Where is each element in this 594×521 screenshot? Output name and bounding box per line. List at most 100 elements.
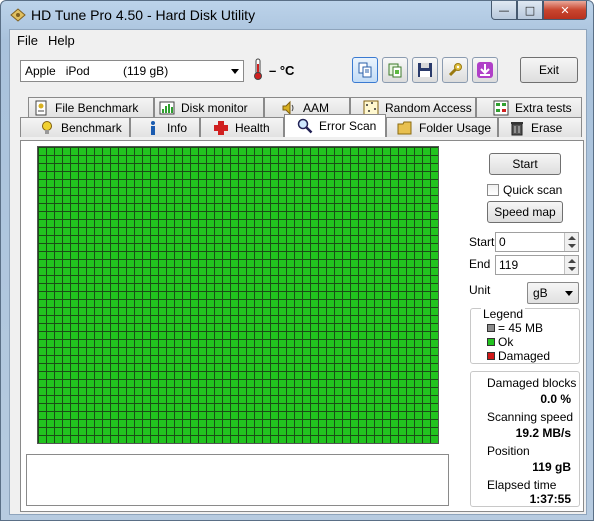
tab-disk-monitor-label: Disk monitor: [181, 100, 248, 115]
scanning-speed-value: 19.2 MB/s: [515, 426, 571, 440]
caption-buttons: — □ ✕: [491, 1, 587, 21]
tab-folder-usage[interactable]: Folder Usage: [386, 117, 498, 137]
start-field-label: Start: [469, 235, 495, 249]
arrow-down-icon: [568, 244, 576, 248]
tab-strip: File Benchmark Disk monitor AAM Random A…: [10, 97, 586, 141]
tab-disk-monitor[interactable]: Disk monitor: [154, 97, 264, 117]
scan-statistics: Damaged blocks 0.0 % Scanning speed 19.2…: [470, 371, 580, 507]
copy-text-button[interactable]: [352, 57, 378, 83]
tab-file-benchmark-label: File Benchmark: [55, 100, 139, 115]
toolbar: Apple iPod (119 gB) – °C Exit: [10, 52, 586, 92]
tab-error-scan-label: Error Scan: [319, 119, 377, 133]
copy-icon: [358, 62, 372, 78]
legend-block-swatch: [487, 324, 495, 332]
info-icon: [151, 120, 155, 135]
health-cross-icon: [214, 120, 228, 135]
quick-scan-checkbox[interactable]: Quick scan: [487, 183, 562, 197]
elapsed-time-label: Elapsed time: [487, 478, 557, 492]
drive-select-value: Apple iPod (119 gB): [25, 64, 169, 78]
arrow-up-icon: [568, 259, 576, 263]
tab-extra-tests[interactable]: Extra tests: [476, 97, 582, 117]
title-bar[interactable]: HD Tune Pro 4.50 - Hard Disk Utility — □…: [1, 1, 593, 29]
end-field[interactable]: 119: [495, 255, 579, 275]
unit-select-value: gB: [533, 286, 548, 300]
quick-scan-label: Quick scan: [503, 183, 563, 197]
tab-random-access-label: Random Access: [385, 100, 472, 115]
legend-title: Legend: [481, 307, 526, 321]
legend-damaged-label: Damaged: [498, 349, 551, 363]
lightbulb-icon: [42, 120, 52, 134]
update-button[interactable]: [472, 57, 498, 83]
tab-health-label: Health: [235, 120, 270, 135]
arrow-up-icon: [568, 236, 576, 240]
start-field[interactable]: 0: [495, 232, 579, 252]
floppy-disk-icon: [418, 63, 432, 77]
tab-error-scan[interactable]: Error Scan: [284, 114, 386, 137]
copy-screenshot-button[interactable]: [382, 57, 408, 83]
scan-controls: Start Quick scan Speed map Start 0 End 1…: [461, 141, 581, 511]
save-button[interactable]: [412, 57, 438, 83]
block-map-grid: [37, 146, 439, 444]
tab-erase-label: Erase: [531, 120, 563, 135]
tab-file-benchmark[interactable]: File Benchmark: [28, 97, 154, 117]
folder-icon: [397, 121, 412, 134]
arrow-down-icon: [568, 267, 576, 271]
tab-benchmark-label: Benchmark: [61, 120, 122, 135]
damaged-blocks-value: 0.0 %: [540, 392, 571, 406]
disk-monitor-icon: [159, 101, 175, 114]
file-benchmark-icon: [35, 100, 47, 115]
end-spinner[interactable]: [564, 256, 578, 274]
menu-help-label: Help: [47, 33, 75, 48]
tab-health[interactable]: Health: [200, 117, 284, 137]
end-field-label: End: [469, 257, 491, 271]
chevron-down-icon: [565, 291, 573, 296]
tab-folder-usage-label: Folder Usage: [419, 120, 492, 135]
client-area: File Help Apple iPod (119 gB) – °C Exit …: [9, 29, 587, 515]
start-button[interactable]: Start: [489, 153, 561, 175]
legend-ok: Ok: [487, 335, 513, 349]
menu-file[interactable]: File: [14, 30, 45, 52]
error-scan-panel: Start Quick scan Speed map Start 0 End 1…: [20, 140, 584, 512]
legend-damaged-swatch: [487, 352, 495, 360]
unit-select[interactable]: gB: [527, 282, 579, 304]
damaged-blocks-label: Damaged blocks: [487, 376, 577, 390]
legend-group: Legend = 45 MB Ok Damaged: [470, 307, 580, 364]
trash-icon: [511, 121, 523, 135]
magnifier-icon: [297, 118, 313, 134]
quick-scan-checkbox-box[interactable]: [487, 184, 499, 196]
start-spinner[interactable]: [564, 233, 578, 251]
scanning-speed-label: Scanning speed: [487, 410, 574, 424]
legend-damaged: Damaged: [487, 349, 550, 363]
start-field-value: 0: [499, 235, 506, 249]
extra-tests-icon: [493, 100, 509, 115]
menu-help[interactable]: Help: [45, 30, 82, 52]
legend-block-size: = 45 MB: [487, 321, 543, 335]
legend-ok-swatch: [487, 338, 495, 346]
temperature-readout: – °C: [269, 63, 295, 78]
drive-select[interactable]: Apple iPod (119 gB): [20, 60, 244, 82]
end-field-value: 119: [499, 258, 519, 272]
clipboard-image-icon: [388, 63, 402, 78]
log-box: [26, 454, 449, 506]
elapsed-time-value: 1:37:55: [529, 492, 571, 506]
app-icon: [10, 8, 26, 22]
chevron-down-icon: [231, 69, 239, 74]
maximize-button[interactable]: □: [517, 1, 543, 20]
tab-info-label: Info: [167, 120, 188, 135]
tab-extra-tests-label: Extra tests: [515, 100, 572, 115]
tab-info[interactable]: Info: [130, 117, 200, 137]
menu-bar: File Help: [10, 30, 586, 52]
window-title: HD Tune Pro 4.50 - Hard Disk Utility: [31, 7, 256, 23]
exit-button[interactable]: Exit: [520, 57, 578, 83]
wrench-icon: [448, 63, 462, 77]
legend-block-size-label: = 45 MB: [498, 321, 544, 335]
thermometer-icon: [254, 58, 262, 80]
tab-benchmark[interactable]: Benchmark: [20, 117, 130, 137]
options-button[interactable]: [442, 57, 468, 83]
menu-file-label: File: [17, 33, 38, 48]
tab-erase[interactable]: Erase: [498, 117, 582, 137]
speed-map-button[interactable]: Speed map: [487, 201, 563, 223]
close-button[interactable]: ✕: [543, 1, 587, 20]
minimize-button[interactable]: —: [491, 1, 517, 20]
app-window: HD Tune Pro 4.50 - Hard Disk Utility — □…: [0, 0, 594, 521]
